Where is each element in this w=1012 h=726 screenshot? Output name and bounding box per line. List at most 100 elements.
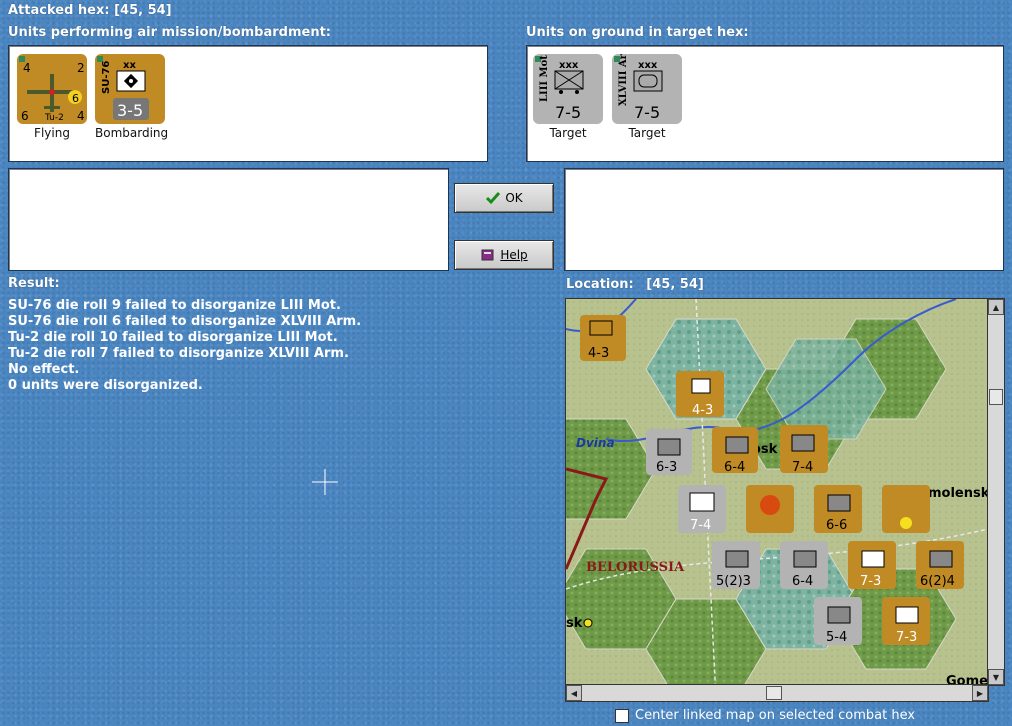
svg-text:4-3: 4-3 bbox=[692, 403, 713, 418]
svg-text:xx: xx bbox=[123, 60, 136, 71]
result-line: 0 units were disorganized. bbox=[8, 378, 203, 393]
map-counter[interactable]: 5-4 bbox=[814, 597, 862, 645]
map-counter[interactable]: 6-3 bbox=[646, 429, 692, 475]
result-line: Tu-2 die roll 7 failed to disorganize XL… bbox=[8, 346, 349, 361]
ground-detail-panel bbox=[564, 168, 1004, 271]
check-icon bbox=[486, 192, 501, 205]
hex-map[interactable]: Dvina BELORUSSIA molensk osk sk Gome 4-3… bbox=[565, 298, 989, 686]
svg-text:SU-76: SU-76 bbox=[101, 61, 112, 94]
artillery-unit-icon: SU-76 xx 3-5 bbox=[97, 56, 149, 120]
svg-text:7-4: 7-4 bbox=[690, 518, 711, 533]
result-log: SU-76 die roll 9 failed to disorganize L… bbox=[8, 298, 548, 394]
unit-counter: 4 2 6 Tu-2 6 4 bbox=[17, 54, 87, 124]
map-counter[interactable]: 6-4 bbox=[712, 427, 758, 475]
air-unit-su76[interactable]: SU-76 xx 3-5 Bombarding bbox=[95, 54, 169, 140]
map-counter[interactable]: 6(2)4 bbox=[916, 541, 964, 589]
svg-text:4-3: 4-3 bbox=[588, 346, 609, 361]
ground-units-panel: LIII Mot xxx 7-5 Target XLVIII Arm xxx 7… bbox=[526, 43, 1004, 162]
result-label: Result: bbox=[8, 276, 60, 291]
air-unit-tu2[interactable]: 4 2 6 Tu-2 6 4 Flying bbox=[17, 54, 87, 140]
crosshair-cursor-icon bbox=[312, 469, 338, 495]
svg-text:6(2)4: 6(2)4 bbox=[920, 574, 955, 589]
svg-text:6-6: 6-6 bbox=[826, 518, 847, 533]
location-value: [45, 54] bbox=[646, 277, 704, 292]
map-counter[interactable]: 5(2)3 bbox=[712, 541, 760, 589]
ground-unit-xlviii-arm[interactable]: XLVIII Arm xxx 7-5 Target bbox=[612, 43, 682, 140]
armor-unit-icon: XLVIII Arm xxx 7-5 bbox=[614, 43, 663, 122]
svg-text:LIII Mot: LIII Mot bbox=[539, 55, 550, 102]
svg-text:6: 6 bbox=[21, 109, 29, 123]
ok-button-label: OK bbox=[505, 191, 523, 205]
ground-unit-liii-mot[interactable]: LIII Mot xxx 7-5 Target bbox=[533, 54, 603, 140]
svg-text:7-5: 7-5 bbox=[555, 103, 581, 122]
city-label: sk bbox=[566, 616, 583, 631]
svg-text:6-3: 6-3 bbox=[656, 460, 677, 475]
scroll-left-icon[interactable]: ◀ bbox=[566, 685, 582, 701]
ok-button[interactable]: OK bbox=[454, 183, 554, 213]
help-book-icon bbox=[481, 249, 494, 261]
svg-text:5-4: 5-4 bbox=[826, 630, 847, 645]
air-detail-panel bbox=[8, 168, 449, 271]
svg-text:6-4: 6-4 bbox=[792, 574, 813, 589]
map-horizontal-scrollbar[interactable]: ◀ ▶ bbox=[565, 684, 989, 702]
location-label: Location: [45, 54] bbox=[566, 277, 704, 292]
map-counter[interactable]: 6-6 bbox=[814, 485, 862, 533]
svg-text:7-3: 7-3 bbox=[896, 630, 917, 645]
tu2-plane-icon: 4 2 6 Tu-2 6 4 bbox=[19, 56, 85, 123]
svg-text:2: 2 bbox=[77, 61, 85, 75]
svg-text:4: 4 bbox=[23, 61, 31, 75]
city-marker-icon bbox=[583, 618, 593, 628]
unit-status: Target bbox=[628, 126, 666, 140]
svg-text:7-3: 7-3 bbox=[860, 574, 881, 589]
belorussia-label: BELORUSSIA bbox=[586, 560, 685, 575]
help-button[interactable]: Help bbox=[454, 240, 554, 270]
help-button-label: Help bbox=[500, 248, 528, 262]
motorized-infantry-icon: LIII Mot xxx 7-5 bbox=[535, 55, 584, 122]
air-units-panel: 4 2 6 Tu-2 6 4 Flying SU-76 xx 3-5 Bomba… bbox=[8, 45, 488, 162]
ground-units-label: Units on ground in target hex: bbox=[526, 25, 749, 40]
unit-status: Bombarding bbox=[95, 126, 169, 140]
result-line: No effect. bbox=[8, 362, 80, 377]
svg-text:7-4: 7-4 bbox=[792, 460, 813, 475]
scroll-up-icon[interactable]: ▲ bbox=[988, 299, 1004, 315]
map-counter[interactable] bbox=[882, 485, 930, 533]
unit-status: Target bbox=[549, 126, 587, 140]
checkbox-box[interactable] bbox=[615, 708, 629, 723]
map-counter[interactable]: 7-4 bbox=[678, 485, 726, 533]
scroll-thumb[interactable] bbox=[989, 389, 1003, 405]
scroll-thumb[interactable] bbox=[766, 686, 782, 700]
result-line: SU-76 die roll 6 failed to disorganize X… bbox=[8, 314, 362, 329]
svg-text:xxx: xxx bbox=[638, 60, 658, 71]
attacked-hex-label: Attacked hex: [45, 54] bbox=[8, 3, 172, 18]
map-counter[interactable]: 6-4 bbox=[780, 541, 828, 589]
dvina-label: Dvina bbox=[576, 436, 615, 450]
location-label-text: Location: bbox=[566, 277, 634, 292]
svg-text:6-4: 6-4 bbox=[724, 460, 745, 475]
center-map-checkbox-label: Center linked map on selected combat hex bbox=[635, 708, 916, 723]
result-line: Tu-2 die roll 10 failed to disorganize L… bbox=[8, 330, 338, 345]
svg-text:5(2)3: 5(2)3 bbox=[716, 574, 751, 589]
svg-text:XLVIII Arm: XLVIII Arm bbox=[618, 54, 629, 106]
svg-text:7-5: 7-5 bbox=[634, 103, 660, 122]
map-counter[interactable]: 7-3 bbox=[882, 597, 930, 645]
scroll-right-icon[interactable]: ▶ bbox=[972, 685, 988, 701]
map-counter[interactable] bbox=[746, 485, 794, 533]
scroll-down-icon[interactable]: ▼ bbox=[988, 669, 1004, 685]
unit-counter: XLVIII Arm xxx 7-5 bbox=[612, 43, 682, 124]
svg-text:6: 6 bbox=[72, 92, 79, 105]
map-counter[interactable]: 7-3 bbox=[848, 541, 896, 589]
air-units-label: Units performing air mission/bombardment… bbox=[8, 25, 332, 40]
map-counter[interactable]: 4-3 bbox=[676, 371, 724, 418]
svg-text:Tu-2: Tu-2 bbox=[44, 113, 64, 123]
map-vertical-scrollbar[interactable]: ▲ ▼ bbox=[987, 298, 1005, 686]
map-counter[interactable]: 4-3 bbox=[580, 315, 626, 361]
svg-text:4: 4 bbox=[77, 109, 85, 123]
map-counter[interactable]: 7-4 bbox=[780, 425, 828, 475]
hex-map-canvas[interactable]: Dvina BELORUSSIA molensk osk sk Gome 4-3… bbox=[566, 299, 988, 685]
unit-status: Flying bbox=[34, 126, 70, 140]
unit-counter: SU-76 xx 3-5 bbox=[95, 54, 165, 124]
smolensk-label: molensk bbox=[928, 486, 988, 501]
center-map-checkbox[interactable]: Center linked map on selected combat hex bbox=[615, 708, 915, 723]
svg-text:xxx: xxx bbox=[559, 60, 579, 71]
unit-counter: LIII Mot xxx 7-5 bbox=[533, 54, 603, 124]
